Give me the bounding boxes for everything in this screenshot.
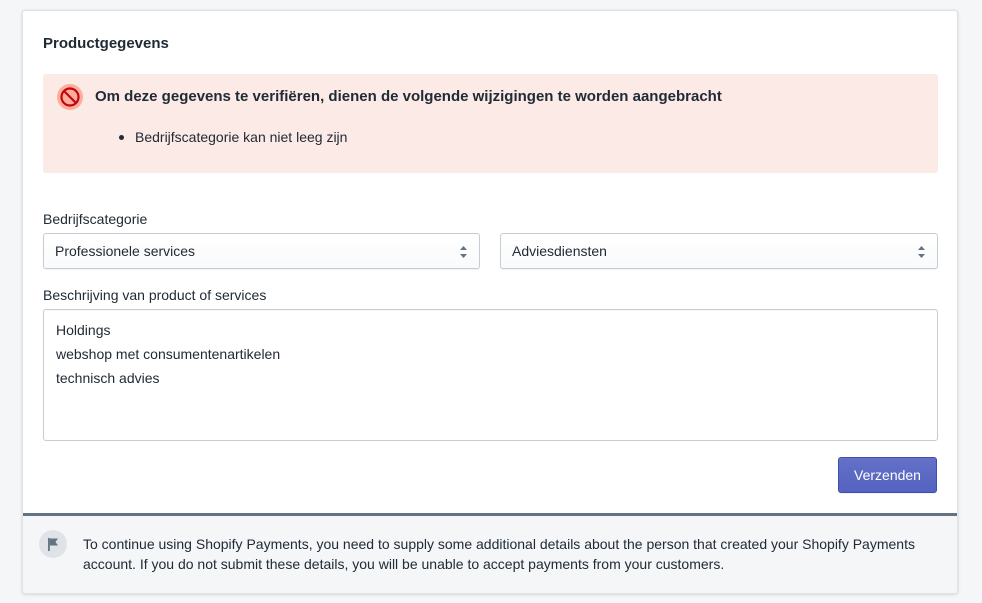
product-details-card: Productgegevens Om deze gegevens te veri… bbox=[22, 10, 958, 594]
submit-button[interactable]: Verzenden bbox=[838, 457, 937, 493]
select-arrows-icon bbox=[460, 246, 467, 258]
card-title: Productgegevens bbox=[43, 35, 169, 52]
description-line: webshop met consumentenartikelen bbox=[56, 346, 281, 362]
description-label: Beschrijving van product of services bbox=[43, 287, 267, 303]
error-list-item: Bedrijfscategorie kan niet leeg zijn bbox=[119, 129, 347, 145]
subcategory-select-value: Adviesdiensten bbox=[512, 243, 607, 259]
error-banner-title: Om deze gegevens te verifiëren, dienen d… bbox=[95, 88, 722, 105]
select-arrows-icon bbox=[918, 246, 925, 258]
subcategory-select[interactable]: Adviesdiensten bbox=[500, 233, 938, 269]
flag-icon bbox=[39, 530, 67, 558]
description-line: Holdings bbox=[56, 322, 111, 338]
error-list: Bedrijfscategorie kan niet leeg zijn bbox=[119, 129, 347, 145]
category-label: Bedrijfscategorie bbox=[43, 211, 148, 227]
prohibited-icon bbox=[57, 84, 83, 110]
description-textarea[interactable]: Holdings webshop met consumentenartikele… bbox=[43, 309, 938, 441]
info-footer: To continue using Shopify Payments, you … bbox=[23, 513, 957, 593]
category-select-value: Professionele services bbox=[55, 243, 196, 259]
info-footer-text: To continue using Shopify Payments, you … bbox=[83, 536, 915, 572]
description-line: technisch advies bbox=[56, 370, 160, 386]
category-select[interactable]: Professionele services bbox=[43, 233, 480, 269]
error-banner: Om deze gegevens te verifiëren, dienen d… bbox=[43, 74, 938, 173]
